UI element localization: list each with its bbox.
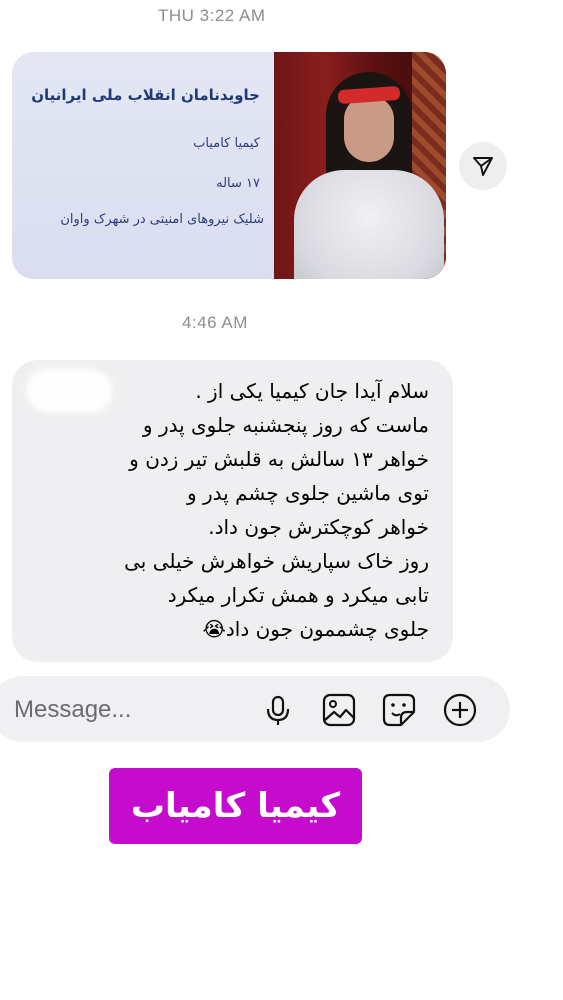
name-banner: کیمیا کامیاب	[109, 768, 362, 844]
card-text-panel: جاویدنامان انقلاب ملی ایرانیان کیمیا کام…	[12, 52, 274, 279]
plus-icon[interactable]	[442, 692, 478, 728]
share-button[interactable]	[459, 142, 507, 190]
share-icon	[473, 157, 493, 176]
redaction-blur	[26, 369, 112, 413]
banner-text: کیمیا کامیاب	[130, 786, 341, 826]
card-description: شلیک نیروهای امنیتی در شهرک واوان	[60, 212, 264, 227]
message-text: سلام آیدا جان کیمیا یکی از . ماست که روز…	[124, 379, 429, 641]
card-photo	[274, 52, 446, 279]
card-name: کیمیا کامیاب	[193, 136, 260, 151]
gallery-icon[interactable]	[321, 692, 357, 728]
photo-face	[344, 96, 394, 162]
message-bubble[interactable]: سلام آیدا جان کیمیا یکی از . ماست که روز…	[12, 360, 453, 662]
microphone-icon[interactable]	[260, 692, 296, 728]
timestamp-time: 4:46 AM	[182, 313, 248, 332]
card-age: ۱۷ ساله	[216, 176, 260, 191]
shared-post-card[interactable]: جاویدنامان انقلاب ملی ایرانیان کیمیا کام…	[12, 52, 446, 279]
timestamp-thu: THU 3:22 AM	[158, 6, 266, 25]
sticker-icon[interactable]	[381, 692, 417, 728]
card-title: جاویدنامان انقلاب ملی ایرانیان	[31, 86, 260, 104]
message-composer	[0, 676, 510, 742]
photo-body	[294, 170, 444, 279]
message-input[interactable]	[12, 695, 236, 725]
